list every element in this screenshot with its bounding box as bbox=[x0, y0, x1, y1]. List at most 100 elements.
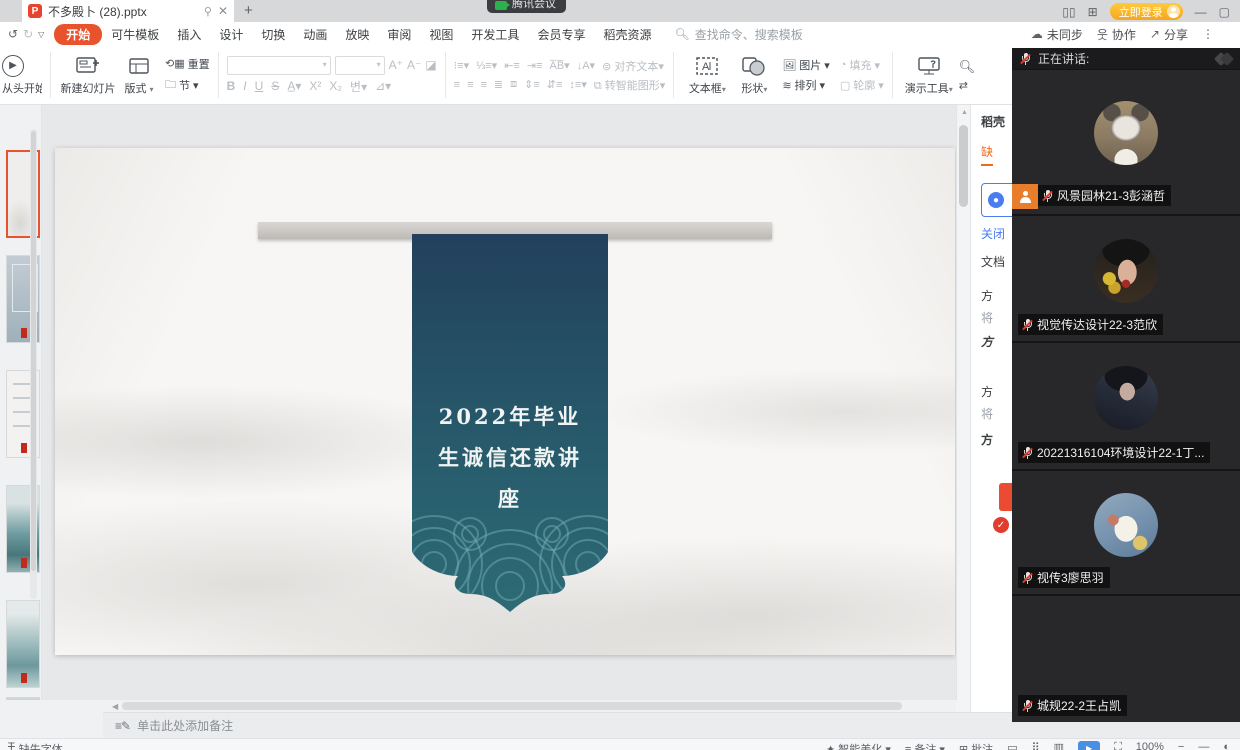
collaborate-button[interactable]: 웃 协作 bbox=[1097, 26, 1136, 43]
slide-editor[interactable]: 2022年毕业 生诚信还款讲 座 bbox=[55, 148, 955, 655]
outline-button[interactable]: ▢ 轮廓▾ bbox=[840, 77, 884, 93]
textbox-button[interactable]: A 文本框▾ bbox=[682, 55, 732, 96]
reset-slide-button[interactable]: ⟲▦ 重置 bbox=[165, 56, 210, 72]
menu-tab-view[interactable]: 视图 bbox=[420, 24, 462, 45]
status-notes-button[interactable]: ≡ 备注 ▾ bbox=[905, 741, 945, 750]
menu-tab-home[interactable]: 开始 bbox=[54, 24, 102, 45]
layout-button[interactable]: 版式 ▾ bbox=[117, 55, 161, 96]
clear-format-icon[interactable]: ◪ bbox=[425, 58, 436, 72]
zoom-slider[interactable]: — bbox=[1198, 741, 1209, 750]
share-button[interactable]: ↗ 分享 bbox=[1150, 26, 1188, 43]
undo-icon[interactable]: ↺ bbox=[8, 27, 18, 41]
fill-button[interactable]: ◔ 填充▾ bbox=[840, 57, 884, 73]
spacing-options-icon[interactable]: ↕≡▾ bbox=[569, 78, 586, 91]
login-button[interactable]: 立即登录 bbox=[1110, 3, 1183, 20]
menu-tab-animation[interactable]: 动画 bbox=[294, 24, 336, 45]
reading-view-icon[interactable]: ▥ bbox=[1054, 741, 1064, 750]
increase-indent-icon[interactable]: ⇥≡ bbox=[527, 59, 543, 72]
menu-tab-insert[interactable]: 插入 bbox=[168, 24, 210, 45]
participant-tile[interactable]: 视传3廖思羽 bbox=[1012, 471, 1240, 596]
menu-tab-design[interactable]: 设计 bbox=[210, 24, 252, 45]
underline-icon[interactable]: U bbox=[255, 79, 264, 93]
smart-beautify-button[interactable]: ✦ 智能美化 ▾ bbox=[826, 741, 891, 750]
command-search-box[interactable]: 🔍︎ 查找命令、搜索模板 bbox=[674, 26, 802, 43]
align-right-icon[interactable]: ≡ bbox=[481, 79, 487, 91]
line-direction-icon[interactable]: ↓A▾ bbox=[577, 59, 595, 72]
decrease-font-icon[interactable]: A⁻ bbox=[407, 58, 421, 72]
close-tab-icon[interactable]: ✕ bbox=[218, 4, 228, 18]
menu-tab-member[interactable]: 会员专享 bbox=[528, 24, 594, 45]
canvas-vertical-scrollbar[interactable]: ▲ bbox=[956, 105, 970, 700]
redo-icon[interactable]: ↻ bbox=[23, 27, 33, 41]
font-color-icon[interactable]: A̲▾ bbox=[287, 79, 301, 93]
picture-button[interactable]: 🖼︎ 图片▾ bbox=[782, 57, 830, 73]
pin-tab-icon[interactable]: ⚲ bbox=[204, 5, 212, 18]
find-icon[interactable]: 🔍︎ bbox=[959, 59, 976, 75]
fit-slide-icon[interactable]: ⛶ bbox=[1114, 741, 1122, 750]
split-view-icon[interactable]: ▯▯ bbox=[1062, 5, 1075, 19]
play-from-start-button[interactable]: ▶ 从头开始 bbox=[2, 55, 42, 96]
new-slide-button[interactable]: 新建幻灯片 bbox=[59, 55, 117, 96]
menu-tab-review[interactable]: 审阅 bbox=[378, 24, 420, 45]
missing-font-button[interactable]: T 缺失字体 bbox=[8, 741, 63, 750]
more-menu-icon[interactable]: ⋮ bbox=[1202, 27, 1214, 41]
slide-title[interactable]: 2022年毕业 生诚信还款讲 座 bbox=[412, 396, 608, 519]
participant-tile[interactable]: 城规22-2王占凯 bbox=[1012, 596, 1240, 722]
horizontal-scroll-thumb[interactable] bbox=[122, 702, 902, 710]
vertical-scroll-thumb[interactable] bbox=[959, 125, 968, 207]
scroll-left-icon[interactable]: ◀ bbox=[108, 702, 122, 711]
justify-icon[interactable]: ≣ bbox=[494, 78, 503, 91]
bold-icon[interactable]: B bbox=[227, 79, 236, 93]
new-tab-button[interactable]: + bbox=[244, 2, 253, 19]
participant-tile[interactable]: 视觉传达设计22-3范欣 bbox=[1012, 216, 1240, 343]
menu-tab-developer[interactable]: 开发工具 bbox=[462, 24, 528, 45]
taskpane-tab[interactable]: 缺 bbox=[981, 143, 993, 166]
scroll-up-icon[interactable]: ▲ bbox=[961, 109, 968, 116]
font-name-combo[interactable] bbox=[227, 56, 331, 75]
phonetic-guide-icon[interactable]: 변▾ bbox=[350, 78, 367, 95]
wps-assistant-icon[interactable]: ✓ bbox=[993, 517, 1009, 533]
para-spacing-icon[interactable]: ⇵≡ bbox=[547, 78, 563, 91]
align-center-icon[interactable]: ≡ bbox=[467, 79, 473, 91]
zoom-out-icon[interactable]: − bbox=[1178, 741, 1184, 750]
sync-status-button[interactable]: ☁ 未同步 bbox=[1031, 26, 1083, 43]
distribute-icon[interactable]: ⧈ bbox=[510, 78, 517, 91]
align-text-button[interactable]: ⊜ 对齐文本▾ bbox=[602, 58, 664, 74]
participant-tile[interactable]: 20221316104环境设计22-1丁... bbox=[1012, 343, 1240, 471]
status-comment-button[interactable]: ⊞ 批注 bbox=[959, 741, 993, 750]
align-left-icon[interactable]: ≡ bbox=[454, 79, 460, 91]
menu-tab-keniu-templates[interactable]: 可牛模板 bbox=[102, 24, 168, 45]
subscript-icon[interactable]: X₂ bbox=[329, 79, 342, 93]
line-spacing-icon[interactable]: ⇕≡ bbox=[524, 78, 540, 91]
font-size-combo[interactable] bbox=[335, 56, 385, 75]
normal-view-icon[interactable]: ▭ bbox=[1007, 741, 1017, 750]
slide-sorter-icon[interactable]: ⠿ bbox=[1032, 741, 1040, 750]
bullet-list-icon[interactable]: ⁝≡▾ bbox=[454, 59, 469, 72]
numbered-list-icon[interactable]: ⅓≡▾ bbox=[476, 59, 497, 72]
minimize-icon[interactable]: — bbox=[1195, 5, 1207, 19]
decrease-indent-icon[interactable]: ⇤≡ bbox=[504, 59, 520, 72]
present-tools-button[interactable]: 演示工具▾ bbox=[901, 55, 957, 96]
canvas-horizontal-scrollbar[interactable]: ◀ bbox=[108, 700, 956, 712]
menu-tab-transitions[interactable]: 切换 bbox=[252, 24, 294, 45]
menu-tab-docer[interactable]: 稻壳资源 bbox=[594, 24, 660, 45]
smartart-convert-button[interactable]: ⧉ 转智能图形▾ bbox=[594, 77, 665, 93]
slide-thumbnail-5[interactable] bbox=[6, 600, 40, 688]
quick-access-chevron-icon[interactable]: ▽ bbox=[38, 30, 44, 39]
increase-font-icon[interactable]: A⁺ bbox=[389, 58, 403, 72]
arrange-button[interactable]: ≋ 排列▾ bbox=[782, 77, 830, 93]
maximize-icon[interactable]: ▢ bbox=[1219, 5, 1230, 19]
thumbnail-scrollbar[interactable] bbox=[30, 129, 37, 599]
replace-icon[interactable]: ⇄ bbox=[959, 79, 976, 92]
superscript-icon[interactable]: X² bbox=[309, 79, 321, 93]
eye-protect-icon[interactable]: ◐ bbox=[1223, 741, 1230, 750]
font-item[interactable]: 方 bbox=[981, 431, 993, 448]
section-button[interactable]: 🗀 节▾ bbox=[165, 76, 210, 95]
font-item[interactable]: 方 bbox=[981, 287, 993, 304]
menu-tab-slideshow[interactable]: 放映 bbox=[336, 24, 378, 45]
highlight-icon[interactable]: ⊿▾ bbox=[375, 79, 391, 93]
shapes-button[interactable]: 形状▾ bbox=[732, 55, 776, 96]
font-item[interactable]: 方 bbox=[981, 333, 993, 350]
italic-icon[interactable]: I bbox=[243, 79, 246, 93]
meeting-floating-badge[interactable]: 腾讯会议 bbox=[487, 0, 566, 13]
